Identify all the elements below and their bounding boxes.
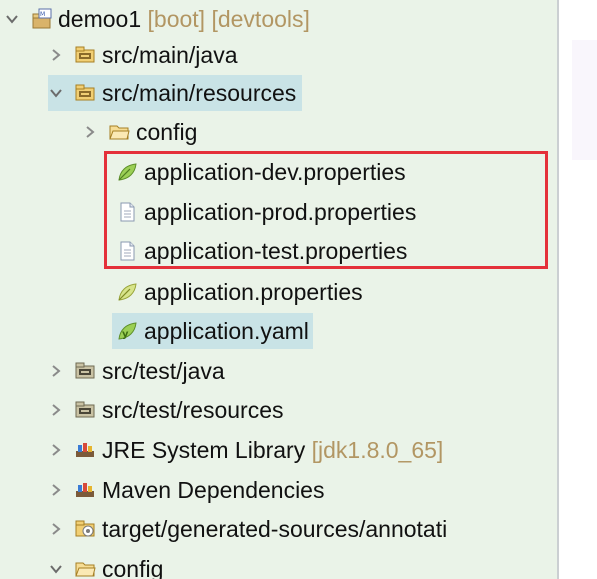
chevron-down-icon[interactable] [48, 75, 64, 111]
chevron-right-icon[interactable] [48, 511, 64, 547]
tree-item-label: src/test/resources [102, 397, 284, 423]
project-explorer-tree: M demoo1 [boot] [devtools] src/main/java [0, 0, 557, 579]
library-icon [74, 479, 96, 501]
tree-item-label: config [102, 556, 164, 579]
tree-item-target-generated-sources[interactable]: target/generated-sources/annotati [48, 511, 447, 547]
tree-item-label: Maven Dependencies [102, 477, 325, 503]
test-source-folder-icon [74, 360, 96, 382]
tree-item-label: src/main/java [102, 42, 238, 68]
tree-item-label: application.properties [144, 279, 363, 305]
tree-item-application-yaml[interactable]: y application.yaml [112, 313, 313, 349]
folder-icon [74, 558, 96, 579]
tree-item-application-properties[interactable]: application.properties [116, 274, 363, 310]
tree-item-config-root[interactable]: config [48, 551, 163, 579]
svg-text:y: y [122, 329, 129, 340]
tree-item-maven-dependencies[interactable]: Maven Dependencies [48, 472, 324, 508]
tree-item-jre-system-library[interactable]: JRE System Library [jdk1.8.0_65] [48, 432, 443, 468]
tree-item-label: target/generated-sources/annotati [102, 516, 448, 542]
tree-item-decoration: [jdk1.8.0_65] [305, 437, 444, 463]
tree-item-decoration: [boot] [devtools] [141, 6, 310, 32]
tree-item-src-test-resources[interactable]: src/test/resources [48, 392, 284, 428]
library-icon [74, 439, 96, 461]
chevron-right-icon[interactable] [48, 472, 64, 508]
tree-item-label: src/main/resources [102, 80, 297, 106]
chevron-down-icon[interactable] [48, 551, 64, 579]
tree-item-label: config [136, 119, 198, 145]
chevron-down-icon[interactable] [4, 1, 20, 37]
tree-item-label: src/test/java [102, 358, 225, 384]
tree-item-config[interactable]: config [82, 114, 197, 150]
tree-item-src-main-java[interactable]: src/main/java [48, 37, 237, 73]
tree-item-src-main-resources[interactable]: src/main/resources [48, 75, 303, 111]
source-folder-icon [74, 82, 96, 104]
chevron-right-icon[interactable] [48, 432, 64, 468]
tree-item-src-test-java[interactable]: src/test/java [48, 353, 225, 389]
tree-item-label: JRE System Library [102, 437, 306, 463]
spring-leaf-icon [116, 281, 138, 303]
test-source-folder-icon [74, 399, 96, 421]
tree-item-project[interactable]: M demoo1 [boot] [devtools] [4, 1, 310, 37]
svg-text:M: M [40, 11, 45, 18]
chevron-right-icon[interactable] [82, 114, 98, 150]
chevron-right-icon[interactable] [48, 392, 64, 428]
tree-item-label: application.yaml [144, 318, 309, 344]
spring-yaml-icon: y [116, 320, 138, 342]
folder-icon [108, 121, 130, 143]
generated-folder-icon [74, 518, 96, 540]
source-folder-icon [74, 44, 96, 66]
chevron-right-icon[interactable] [48, 353, 64, 389]
tree-item-label: demoo1 [58, 6, 142, 32]
project-icon: M [30, 8, 52, 30]
highlight-box [104, 151, 548, 269]
editor-strip [572, 40, 597, 160]
chevron-right-icon[interactable] [48, 37, 64, 73]
